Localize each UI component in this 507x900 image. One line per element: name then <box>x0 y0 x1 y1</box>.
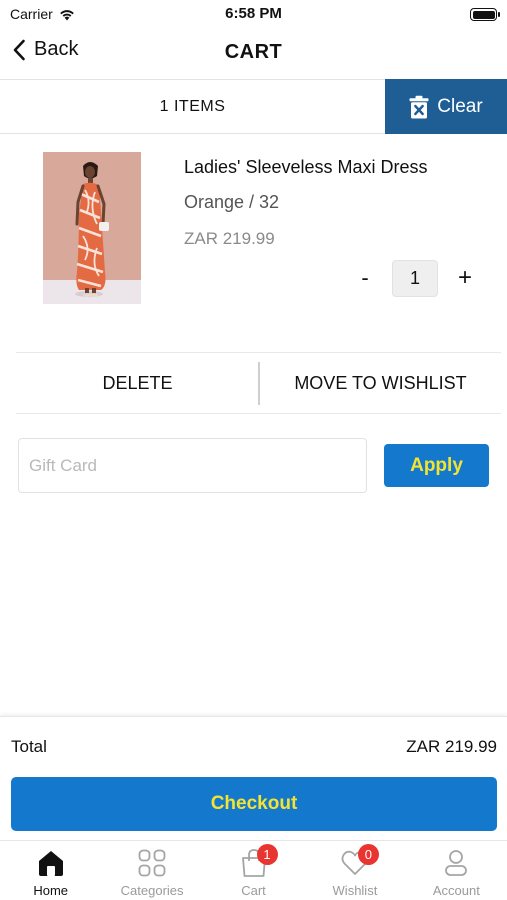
tab-label: Home <box>33 883 69 898</box>
quantity-value[interactable]: 1 <box>392 260 438 297</box>
wishlist-badge: 0 <box>357 844 379 865</box>
total-value: ZAR 219.99 <box>406 737 497 756</box>
tab-wishlist[interactable]: 0 Wishlist <box>304 841 405 900</box>
move-to-wishlist-button[interactable]: MOVE TO WISHLIST <box>260 353 501 413</box>
user-icon <box>441 848 471 878</box>
quantity-increment-button[interactable]: + <box>453 261 477 297</box>
order-summary: Total ZAR 219.99 Checkout <box>0 716 507 840</box>
tab-label: Account <box>432 883 480 898</box>
grid-icon <box>137 848 167 878</box>
tab-home[interactable]: Home <box>0 841 101 900</box>
gift-card-input[interactable] <box>18 438 367 493</box>
total-label: Total <box>11 737 47 756</box>
tab-label: Categories <box>120 883 184 898</box>
product-variant: Orange / 32 <box>184 192 280 212</box>
items-count: 1 ITEMS <box>159 98 226 115</box>
clear-label: Clear <box>437 95 483 117</box>
quantity-decrement-button[interactable]: - <box>355 261 375 297</box>
apply-gift-card-button[interactable]: Apply <box>384 444 489 487</box>
home-icon <box>36 848 66 878</box>
cart-header: 1 ITEMS Clear <box>0 79 507 134</box>
status-time: 6:58 PM <box>225 5 282 22</box>
clear-cart-button[interactable]: Clear <box>385 79 507 134</box>
tab-bar: Home Categories 1 Cart 0 Wishlist Accoun… <box>0 840 507 900</box>
tab-account[interactable]: Account <box>406 841 507 900</box>
item-actions: DELETE MOVE TO WISHLIST <box>16 352 501 414</box>
tab-categories[interactable]: Categories <box>101 841 202 900</box>
heart-icon: 0 <box>340 844 379 878</box>
product-price: ZAR 219.99 <box>184 229 275 248</box>
status-bar: Carrier 6:58 PM <box>0 0 507 28</box>
dress-photo <box>43 152 141 304</box>
delete-button[interactable]: DELETE <box>16 353 259 413</box>
product-image[interactable] <box>43 152 141 304</box>
cart-badge: 1 <box>256 844 278 865</box>
tab-label: Wishlist <box>332 883 378 898</box>
battery-icon <box>470 8 500 21</box>
cart-item: Ladies' Sleeveless Maxi Dress Orange / 3… <box>0 134 507 350</box>
product-name[interactable]: Ladies' Sleeveless Maxi Dress <box>184 157 428 178</box>
navigation-bar: Back CART <box>0 28 507 78</box>
tab-label: Cart <box>241 883 266 898</box>
checkout-button[interactable]: Checkout <box>11 777 497 831</box>
tab-cart[interactable]: 1 Cart <box>203 841 304 900</box>
shopping-bag-icon: 1 <box>239 844 278 878</box>
trash-icon <box>409 95 429 118</box>
page-title: CART <box>224 41 283 63</box>
